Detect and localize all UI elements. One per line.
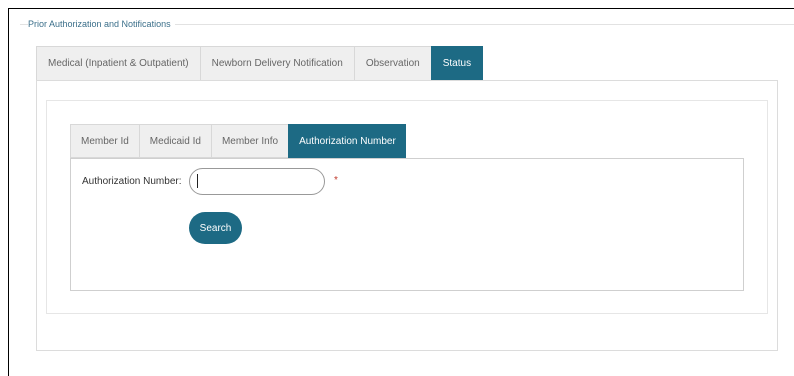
tab-medical[interactable]: Medical (Inpatient & Outpatient) [36,46,200,81]
main-tabs: Medical (Inpatient & Outpatient) Newborn… [36,46,484,81]
authorization-number-label: Authorization Number: [82,176,182,187]
subtab-authorization-number[interactable]: Authorization Number [288,124,406,158]
tab-newborn-delivery-notification[interactable]: Newborn Delivery Notification [199,46,354,81]
authorization-number-input[interactable] [189,168,325,195]
tab-observation[interactable]: Observation [353,46,431,81]
search-button[interactable]: Search [189,212,242,244]
subtab-medicaid-id[interactable]: Medicaid Id [138,124,211,158]
subtab-member-id[interactable]: Member Id [70,124,139,158]
search-tabs: Member Id Medicaid Id Member Info Author… [70,124,406,158]
required-indicator: * [334,175,338,186]
text-cursor [197,174,198,188]
subtab-member-info[interactable]: Member Info [210,124,289,158]
section-legend: Prior Authorization and Notifications [28,19,175,29]
tab-status[interactable]: Status [430,46,484,81]
